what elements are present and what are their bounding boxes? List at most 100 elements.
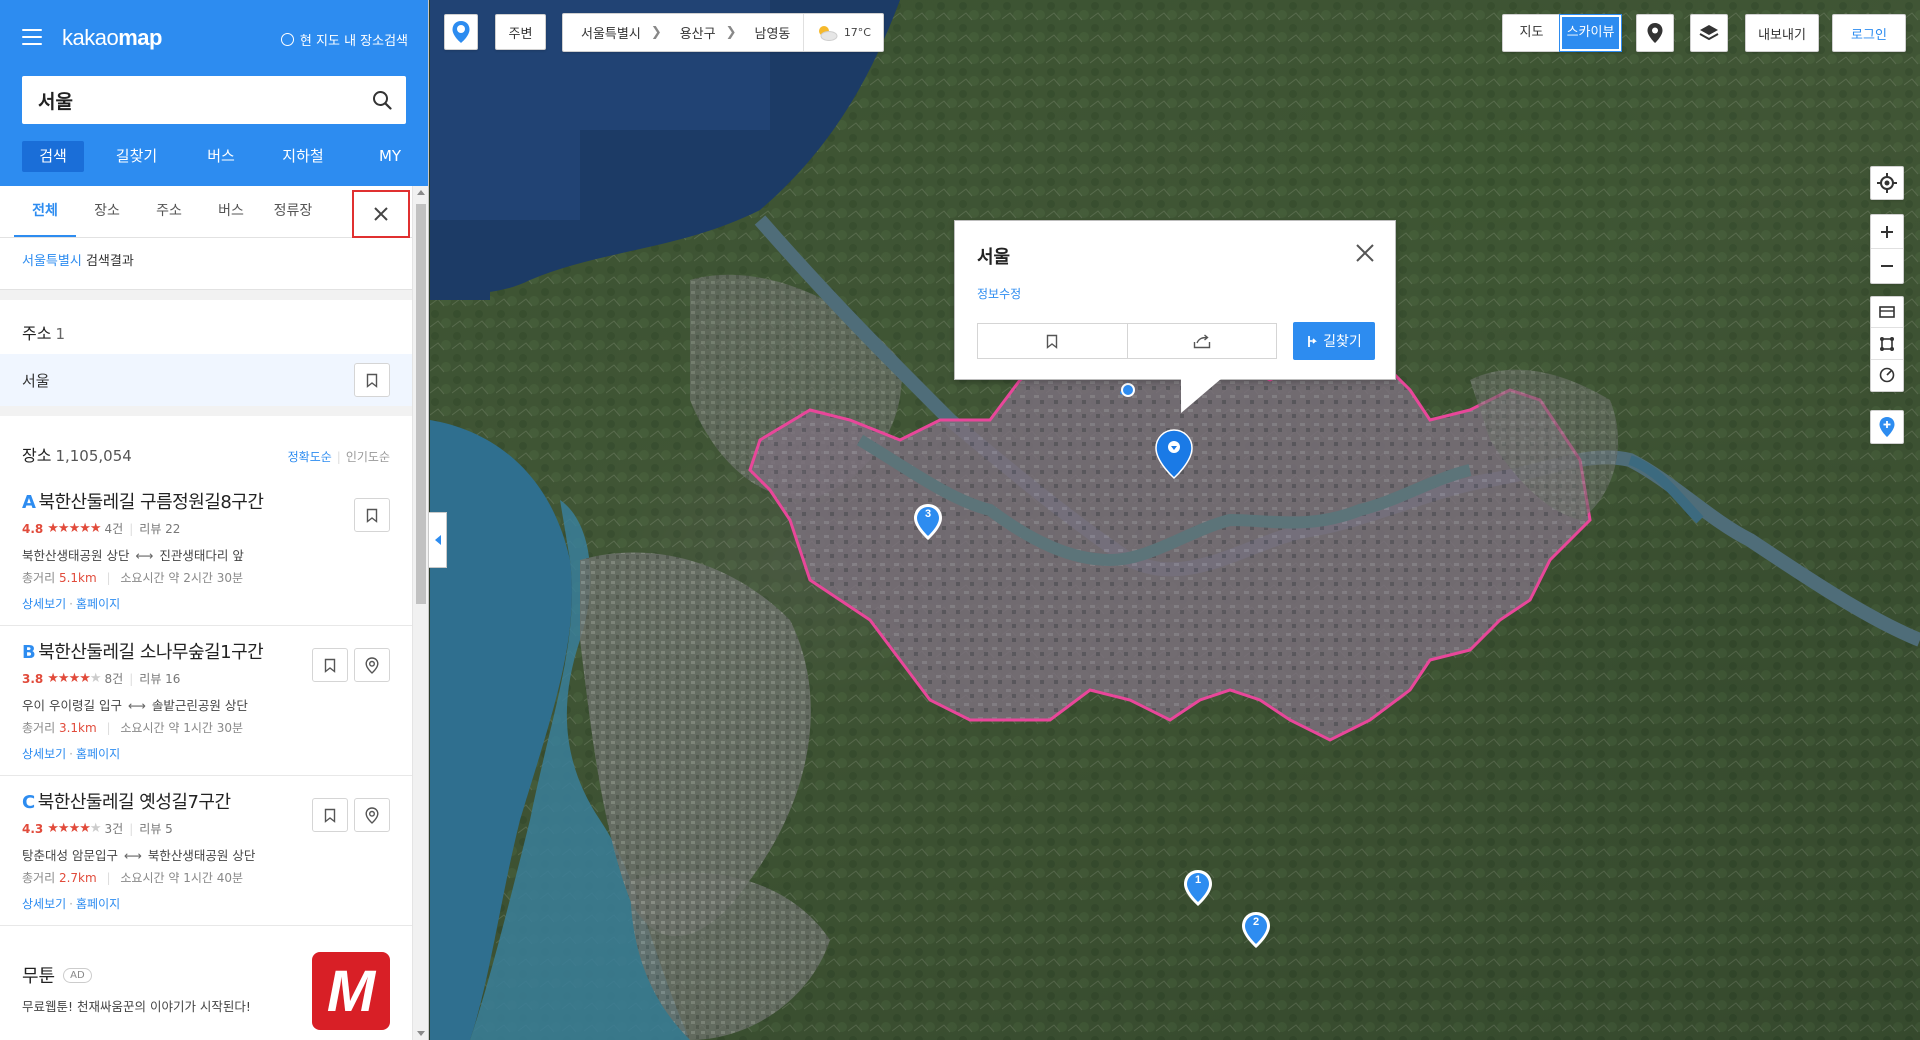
radius-button[interactable] xyxy=(1871,360,1903,391)
route-start: 북한산생태공원 상단 xyxy=(22,548,130,563)
minus-icon xyxy=(1881,265,1893,267)
map-marker-3-label: 3 xyxy=(924,508,932,520)
export-button[interactable]: 내보내기 xyxy=(1745,14,1819,52)
ad-item[interactable]: 무툰 AD 무료웹툰! 천재싸움꾼의 이야기가 시작된다! M xyxy=(0,926,412,1040)
place-section-header: 장소 1,105,054 정확도순 | 인기도순 xyxy=(0,416,412,476)
map-type-switch: 지도 스카이뷰 xyxy=(1502,14,1622,52)
route-start: 우이 우이령길 입구 xyxy=(22,698,122,713)
place-item[interactable]: A 북한산둘레길 구름정원길8구간 4.8 ★★★★★ 4건 | 리뷰 22 북한… xyxy=(0,476,412,626)
bidirectional-arrow-icon: ⟷ xyxy=(135,548,154,563)
sidebar-header: kakaomap 현 지도 내 장소검색 검색 길찾기 버스 지하철 MY xyxy=(0,0,428,186)
roadview-button[interactable] xyxy=(354,798,390,832)
bookmark-icon xyxy=(1047,334,1058,349)
region-link[interactable]: 서울특별시 xyxy=(22,254,82,269)
review-count[interactable]: 리뷰 16 xyxy=(139,670,180,687)
chevron-right-icon: ❯ xyxy=(725,25,737,40)
current-location-button[interactable] xyxy=(1870,166,1904,200)
homepage-link[interactable]: 홈페이지 xyxy=(76,597,120,611)
bookmark-button[interactable] xyxy=(312,798,348,832)
homepage-link[interactable]: 홈페이지 xyxy=(76,747,120,761)
map-marker-1-label: 1 xyxy=(1194,874,1202,886)
place-item[interactable]: B 북한산둘레길 소나무숲길1구간 3.8 ★★★★★ 8건 | 리뷰 16 우이… xyxy=(0,626,412,776)
sort-accuracy[interactable]: 정확도순 xyxy=(288,450,332,464)
route-end: 북한산생태공원 상단 xyxy=(147,848,256,863)
popup-actions xyxy=(977,323,1277,359)
tab-directions[interactable]: 길찾기 xyxy=(84,141,189,172)
add-place-button[interactable] xyxy=(1870,410,1904,444)
rating-score: 4.3 xyxy=(22,821,44,836)
ruler-button[interactable] xyxy=(1871,297,1903,329)
place-actions xyxy=(312,798,390,832)
bookmark-button[interactable] xyxy=(354,363,390,397)
detail-link[interactable]: 상세보기 xyxy=(22,897,66,911)
popup-close-button[interactable] xyxy=(1353,241,1377,265)
popup-title: 서울 xyxy=(977,247,1011,268)
roadview-button[interactable] xyxy=(354,648,390,682)
add-location-icon xyxy=(1879,417,1895,437)
main-nav-tabs: 검색 길찾기 버스 지하철 MY xyxy=(22,141,427,172)
result-tab-place[interactable]: 장소 xyxy=(76,186,138,237)
trail-meta: 총거리 3.1km | 소요시간 약 1시간 30분 xyxy=(22,721,244,735)
breadcrumb-neighborhood[interactable]: 남영동 xyxy=(737,23,791,42)
search-input[interactable] xyxy=(22,76,358,124)
sort-popularity[interactable]: 인기도순 xyxy=(346,450,390,464)
review-count[interactable]: 리뷰 5 xyxy=(139,820,173,837)
result-tab-all[interactable]: 전체 xyxy=(14,186,76,237)
roadview-button[interactable] xyxy=(1636,14,1674,52)
search-button[interactable] xyxy=(358,76,406,124)
tab-bus[interactable]: 버스 xyxy=(189,141,253,172)
address-result-label: 서울 xyxy=(22,371,50,390)
address-result-row[interactable]: 서울 xyxy=(0,354,412,406)
homepage-link[interactable]: 홈페이지 xyxy=(76,897,120,911)
zoom-out-button[interactable] xyxy=(1871,249,1903,283)
result-tab-stop[interactable]: 정류장 xyxy=(262,186,324,237)
tab-search[interactable]: 검색 xyxy=(22,141,84,172)
distance-value: 2.7km xyxy=(58,871,97,885)
search-results: 전체 장소 주소 버스 정류장 서울특별시 검색결과 주소 1 서울 장소 1,… xyxy=(0,186,412,1040)
radio-icon[interactable] xyxy=(280,33,294,46)
map-canvas[interactable]: 1 2 3 주변 서울특별시 ❯ 용산구 ❯ 남영동 17°C 지도 스카이뷰 내보 xyxy=(430,0,1920,1040)
bookmark-button[interactable] xyxy=(312,648,348,682)
bookmark-button[interactable] xyxy=(354,498,390,532)
place-name[interactable]: A 북한산둘레길 구름정원길8구간 xyxy=(22,488,390,514)
breadcrumb-district[interactable]: 용산구 xyxy=(662,23,716,42)
scroll-up-arrow[interactable] xyxy=(417,190,425,195)
distance-label: 총거리 xyxy=(22,721,56,735)
zoom-in-button[interactable] xyxy=(1871,215,1903,250)
logo[interactable]: kakaomap xyxy=(62,25,162,51)
map-area-search-toggle[interactable]: 현 지도 내 장소검색 xyxy=(280,30,408,49)
result-tab-bus[interactable]: 버스 xyxy=(200,186,262,237)
area-measure-button[interactable] xyxy=(1871,328,1903,360)
sidebar: kakaomap 현 지도 내 장소검색 검색 길찾기 버스 지하철 MY xyxy=(0,0,429,1040)
login-button[interactable]: 로그인 xyxy=(1832,14,1906,52)
detail-link[interactable]: 상세보기 xyxy=(22,597,66,611)
popup-bookmark-button[interactable] xyxy=(978,324,1127,358)
collapse-sidebar-button[interactable] xyxy=(429,512,447,568)
location-pin-button[interactable] xyxy=(444,14,478,50)
scrollbar-thumb[interactable] xyxy=(416,204,426,604)
detail-link[interactable]: 상세보기 xyxy=(22,747,66,761)
ad-name[interactable]: 무툰 xyxy=(22,962,55,988)
breadcrumb-city[interactable]: 서울특별시 xyxy=(563,23,641,42)
tab-subway[interactable]: 지하철 xyxy=(253,141,353,172)
close-results-button[interactable] xyxy=(352,190,410,238)
place-title: 북한산둘레길 소나무숲길1구간 xyxy=(38,642,264,663)
popup-edit-info-link[interactable]: 정보수정 xyxy=(977,285,1021,302)
tab-my[interactable]: MY xyxy=(353,141,427,172)
review-count[interactable]: 리뷰 22 xyxy=(139,520,180,537)
result-tab-address[interactable]: 주소 xyxy=(138,186,200,237)
place-item[interactable]: C 북한산둘레길 옛성길7구간 4.3 ★★★★★ 3건 | 리뷰 5 탕춘대성 … xyxy=(0,776,412,926)
weather-widget[interactable]: 17°C xyxy=(802,14,883,51)
around-button[interactable]: 주변 xyxy=(495,14,546,50)
layers-button[interactable] xyxy=(1690,14,1728,52)
map-type-skyview[interactable]: 스카이뷰 xyxy=(1559,14,1622,52)
map-type-map[interactable]: 지도 xyxy=(1503,15,1560,51)
popup-share-button[interactable] xyxy=(1126,324,1277,358)
rating-count: 8건 xyxy=(104,672,124,686)
popup-directions-button[interactable]: 길찾기 xyxy=(1293,322,1375,360)
chevron-right-icon: ❯ xyxy=(650,25,662,40)
sidebar-scrollbar[interactable] xyxy=(412,186,428,1040)
scroll-down-arrow[interactable] xyxy=(417,1031,425,1036)
ad-logo[interactable]: M xyxy=(312,952,390,1030)
menu-icon[interactable] xyxy=(22,29,42,45)
